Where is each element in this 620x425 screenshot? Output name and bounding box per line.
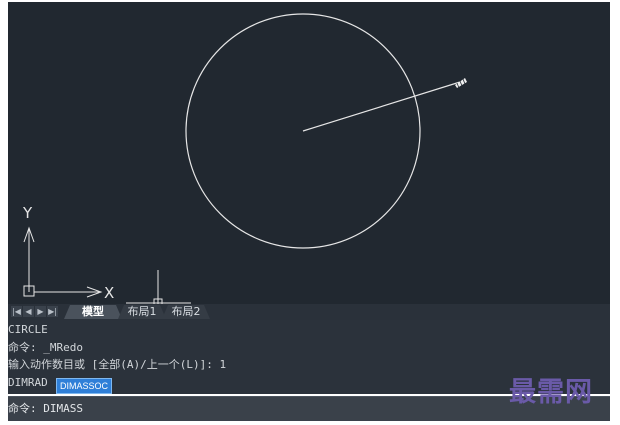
drawing-canvas[interactable]: Y X bbox=[8, 2, 610, 304]
ucs-y-label: Y bbox=[22, 204, 33, 222]
ucs-x-label: X bbox=[104, 284, 114, 302]
radius-dimension-line[interactable] bbox=[302, 81, 461, 132]
watermark-logo: 最需网 bbox=[509, 377, 593, 408]
tab-layout1[interactable]: 布局1 bbox=[124, 305, 160, 319]
ucs-icon bbox=[23, 226, 103, 298]
tab-layout2[interactable]: 布局2 bbox=[168, 305, 204, 319]
history-line: 命令: _MRedo bbox=[8, 341, 83, 354]
history-line: CIRCLE bbox=[8, 323, 48, 336]
history-line: 输入动作数目或 [全部(A)/上一个(L)]: 1 bbox=[8, 358, 227, 371]
crosshair-cursor bbox=[126, 270, 191, 304]
history-line: DIMRAD bbox=[8, 376, 48, 389]
cad-window: Y X |◀ ◀ ▶ ▶| 模型 布局1 布局2 CIRCLE 命令: _MRe… bbox=[0, 0, 620, 425]
layout-tab-bar: |◀ ◀ ▶ ▶| 模型 布局1 布局2 bbox=[8, 304, 610, 320]
drawing-svg: Y X bbox=[22, 13, 467, 304]
autocomplete-suggestion[interactable]: DIMASSOC bbox=[56, 378, 113, 394]
tab-model[interactable]: 模型 bbox=[72, 305, 114, 319]
